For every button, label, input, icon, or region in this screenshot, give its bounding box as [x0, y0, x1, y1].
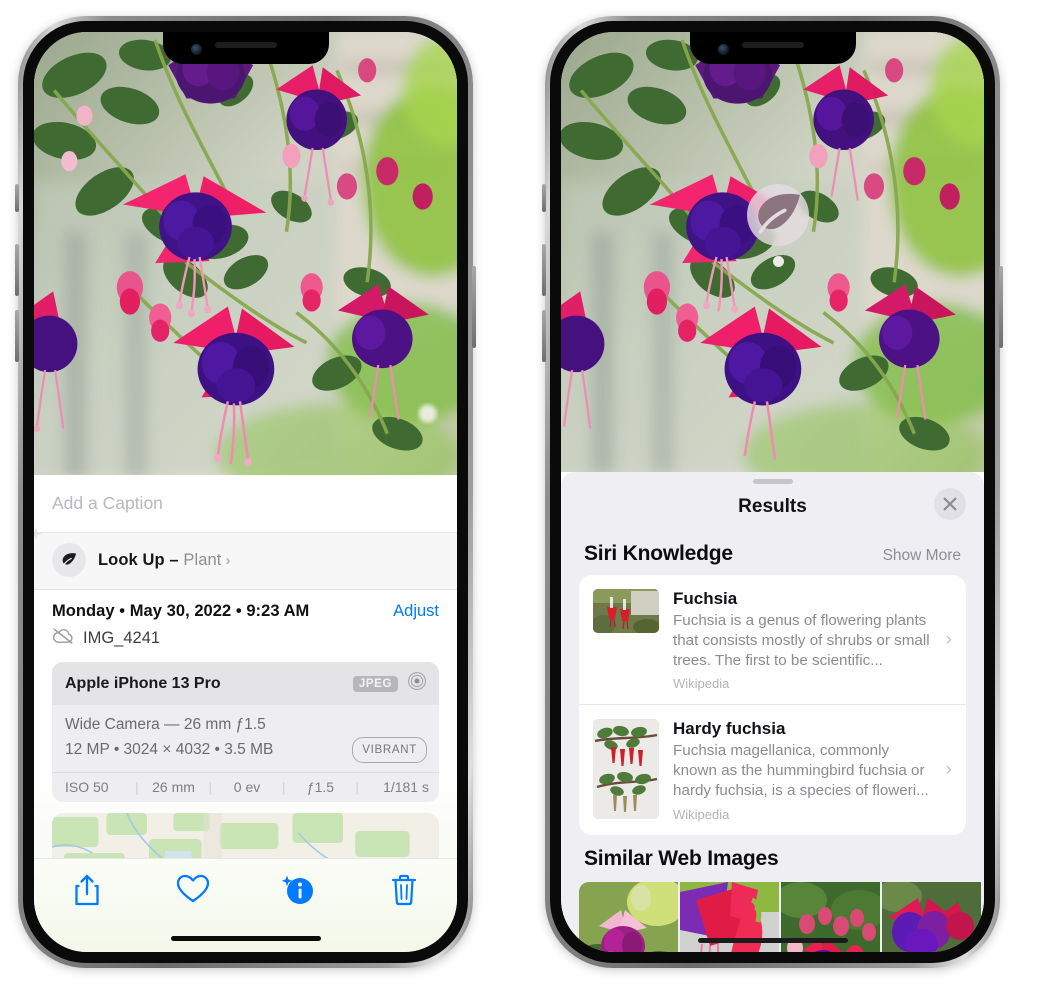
photo-info-panel: Add a Caption Look Up – Plant › Monday •… — [34, 475, 457, 952]
screen-right: Results Siri Knowledge Show More Fuchsia… — [561, 32, 984, 952]
icloud-slash-icon — [52, 628, 74, 649]
visual-lookup-badge[interactable] — [747, 184, 809, 267]
siri-knowledge-card: Fuchsia Fuchsia is a genus of flowering … — [579, 575, 966, 835]
share-button[interactable] — [34, 873, 140, 907]
notch-left — [162, 32, 329, 64]
front-camera — [190, 44, 202, 55]
visual-lookup-dot — [772, 256, 784, 267]
volume-up-button[interactable] — [542, 244, 546, 296]
photo-viewer[interactable] — [561, 32, 984, 472]
iphone-right: Results Siri Knowledge Show More Fuchsia… — [542, 16, 1003, 968]
caption-input[interactable]: Add a Caption — [52, 493, 163, 514]
favorite-button[interactable] — [140, 873, 246, 905]
notch-right — [689, 32, 856, 64]
screen-left: Add a Caption Look Up – Plant › Monday •… — [34, 32, 457, 952]
home-indicator[interactable] — [697, 938, 848, 943]
volume-up-button[interactable] — [15, 244, 19, 296]
show-more-button[interactable]: Show More — [883, 547, 961, 565]
fuchsia-photo — [34, 32, 457, 475]
list-item[interactable]: Hardy fuchsia Fuchsia magellanica, commo… — [579, 704, 966, 834]
result-description: Fuchsia is a genus of flowering plants t… — [673, 612, 930, 669]
sparkle-icon — [34, 525, 47, 552]
earpiece-speaker — [214, 42, 277, 48]
section-title: Similar Web Images — [584, 846, 779, 870]
section-header-similar-web-images: Similar Web Images — [561, 835, 984, 880]
info-sparkle-icon — [282, 875, 314, 904]
size-line: 12 MP • 3024 × 4032 • 3.5 MB — [65, 740, 274, 758]
sheet-header: Results — [561, 484, 984, 530]
chevron-right-icon: › — [225, 551, 231, 569]
silence-switch[interactable] — [15, 184, 19, 212]
share-icon — [75, 874, 99, 906]
camera-card-header: Apple iPhone 13 Pro JPEG — [52, 662, 439, 705]
result-description: Fuchsia magellanica, commonly known as t… — [673, 742, 929, 799]
section-header-siri-knowledge: Siri Knowledge Show More — [561, 530, 984, 575]
exif-aperture: ƒ1.5 — [306, 778, 335, 795]
metadata-block: Monday • May 30, 2022 • 9:23 AM Adjust I… — [34, 590, 457, 649]
camera-card-body: Wide Camera — 26 mm ƒ1.5 12 MP • 3024 × … — [52, 705, 439, 772]
home-indicator[interactable] — [170, 936, 321, 941]
web-image-thumbnail[interactable] — [579, 881, 678, 952]
results-sheet: Results Siri Knowledge Show More Fuchsia… — [561, 472, 984, 952]
iphone-left: Add a Caption Look Up – Plant › Monday •… — [15, 16, 476, 968]
list-item[interactable]: Fuchsia Fuchsia is a genus of flowering … — [579, 575, 966, 704]
result-thumbnail — [593, 719, 659, 820]
exif-shutter: 1/181 s — [383, 778, 429, 795]
silence-switch[interactable] — [542, 184, 546, 212]
camera-model: Apple iPhone 13 Pro — [65, 674, 221, 692]
close-button[interactable] — [934, 488, 966, 520]
leaf-icon — [52, 543, 86, 577]
close-icon — [943, 497, 957, 511]
camera-info-card[interactable]: Apple iPhone 13 Pro JPEG Wide Camera — 2… — [52, 662, 439, 802]
format-badge: JPEG — [352, 675, 398, 692]
sheet-title: Results — [738, 496, 807, 517]
volume-down-button[interactable] — [542, 310, 546, 362]
exif-exposure: 0 ev — [233, 778, 261, 795]
caption-row[interactable]: Add a Caption — [34, 475, 457, 533]
front-camera — [717, 44, 729, 55]
look-up-row[interactable]: Look Up – Plant › — [34, 527, 457, 590]
device-bezel-right: Results Siri Knowledge Show More Fuchsia… — [550, 21, 995, 963]
photographic-style-badge: VIBRANT — [352, 737, 427, 763]
photo-filename: IMG_4241 — [83, 629, 161, 647]
result-title: Fuchsia — [673, 589, 738, 608]
delete-button[interactable] — [351, 873, 457, 907]
result-source: Wikipedia — [673, 676, 730, 692]
photo-date: Monday • May 30, 2022 • 9:23 AM — [52, 602, 310, 620]
exif-focal: 26 mm — [152, 778, 195, 795]
power-button[interactable] — [472, 266, 476, 348]
device-bezel-left: Add a Caption Look Up – Plant › Monday •… — [23, 21, 468, 963]
exif-iso: ISO 50 — [65, 778, 109, 795]
chevron-right-icon: › — [945, 759, 952, 781]
aperture-rings-icon — [407, 671, 427, 696]
heart-icon — [176, 874, 209, 903]
web-image-thumbnail[interactable] — [882, 881, 981, 952]
earpiece-speaker — [741, 42, 804, 48]
screenshot-stage: Add a Caption Look Up – Plant › Monday •… — [0, 0, 1055, 985]
chevron-right-icon: › — [945, 629, 952, 651]
result-thumbnail — [593, 589, 659, 633]
volume-down-button[interactable] — [15, 310, 19, 362]
lens-line: Wide Camera — 26 mm ƒ1.5 — [65, 716, 266, 733]
leaf-icon — [747, 184, 809, 246]
exif-row: ISO 50 | 26 mm | 0 ev | ƒ1.5 | 1/181 s — [52, 771, 439, 802]
section-title: Siri Knowledge — [584, 542, 733, 565]
trash-icon — [392, 874, 417, 906]
photo-viewer[interactable] — [34, 32, 457, 475]
result-title: Hardy fuchsia — [673, 719, 786, 739]
look-up-label: Look Up – Plant › — [98, 550, 231, 569]
info-button[interactable] — [246, 873, 352, 907]
power-button[interactable] — [999, 266, 1003, 348]
result-source: Wikipedia — [673, 806, 730, 822]
adjust-button[interactable]: Adjust — [393, 602, 439, 621]
photo-toolbar — [34, 858, 457, 952]
